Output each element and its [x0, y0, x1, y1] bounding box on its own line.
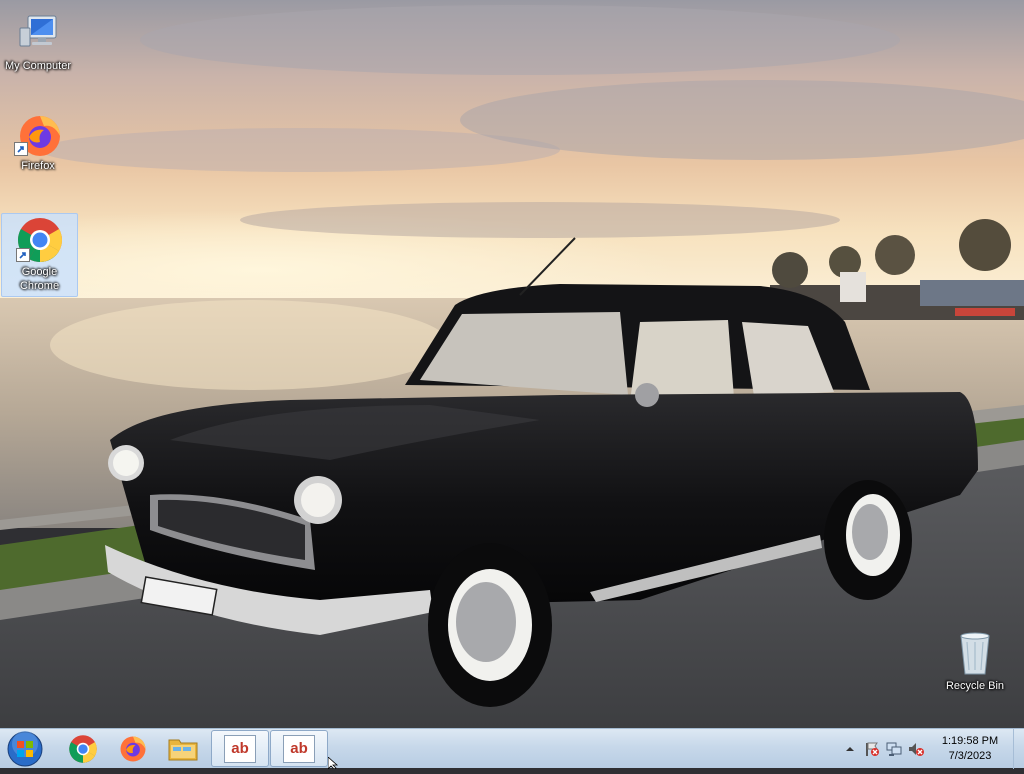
desktop-icon-firefox[interactable]: Firefox	[0, 108, 76, 178]
system-tray: 1:19:58 PM 7/3/2023	[834, 729, 1024, 769]
show-hidden-icons-chevron[interactable]	[842, 741, 858, 757]
desktop-icon-my-computer[interactable]: My Computer	[0, 8, 76, 72]
clock-time: 1:19:58 PM	[941, 735, 999, 747]
mouse-cursor	[327, 756, 340, 770]
chrome-icon	[69, 734, 97, 763]
taskbar-window-wordpad-1[interactable]: ab	[211, 730, 269, 767]
desktop-icon-recycle-bin[interactable]: Recycle Bin	[937, 628, 1013, 698]
taskbar: ab ab 1:19:58 PM 7/3/2023	[0, 728, 1024, 769]
desktop-icon-google-chrome[interactable]: Google Chrome	[1, 213, 78, 297]
shortcut-arrow-icon	[15, 248, 30, 262]
taskbar-window-label: ab	[290, 740, 308, 757]
file-explorer-icon	[168, 739, 198, 760]
clock-date: 7/3/2023	[948, 750, 992, 762]
wordpad-icon: ab	[224, 734, 256, 763]
taskbar-window-wordpad-2[interactable]: ab	[270, 730, 328, 767]
taskbar-window-label: ab	[231, 740, 249, 757]
desktop-icon-label: Recycle Bin	[945, 680, 1005, 692]
desktop-wallpaper	[0, 0, 1024, 728]
chrome-icon	[15, 216, 64, 264]
taskbar-pinned-chrome[interactable]	[57, 730, 109, 767]
wordpad-icon: ab	[283, 734, 315, 763]
network-icon[interactable]	[886, 741, 902, 757]
recycle-bin-icon	[951, 630, 999, 678]
taskbar-pinned-firefox[interactable]	[107, 730, 159, 767]
desktop-icon-label: Google Chrome	[19, 266, 60, 292]
volume-muted-icon[interactable]	[908, 741, 924, 757]
taskbar-clock[interactable]: 1:19:58 PM 7/3/2023	[930, 734, 1010, 764]
computer-icon	[14, 10, 62, 58]
firefox-icon	[120, 736, 146, 761]
shortcut-arrow-icon	[14, 142, 28, 156]
desktop-icon-label: My Computer	[4, 60, 72, 72]
desktop-icon-label: Firefox	[21, 160, 55, 172]
windows-logo-icon	[7, 731, 43, 767]
taskbar-pinned-file-explorer[interactable]	[157, 730, 209, 767]
firefox-icon	[14, 110, 62, 158]
show-desktop-button[interactable]	[1013, 729, 1024, 769]
action-center-flag-icon[interactable]	[864, 741, 880, 757]
start-button[interactable]	[6, 731, 44, 767]
